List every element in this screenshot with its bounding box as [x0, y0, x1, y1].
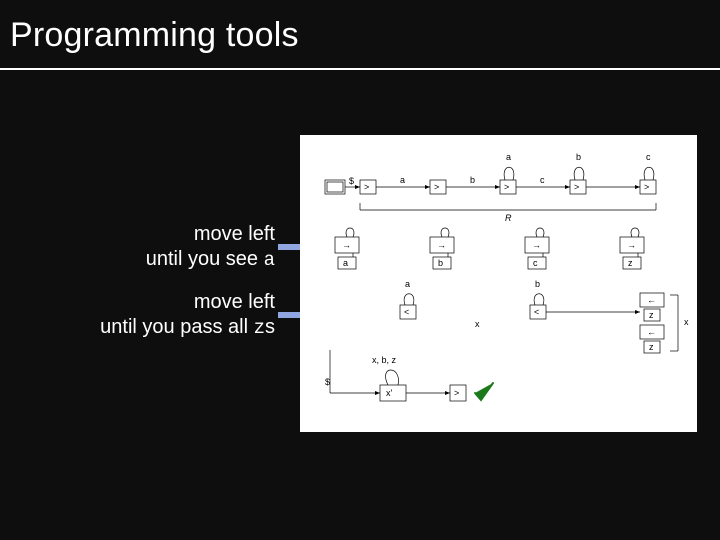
loop-xbz: x, b, z	[372, 355, 397, 365]
row1: > > > > > $ a b c a b c	[325, 152, 656, 223]
lbl-c: c	[540, 175, 545, 185]
loop-a: a	[405, 279, 410, 289]
box-c: c	[533, 258, 538, 268]
loop-b: b	[535, 279, 540, 289]
caption-pass-zs: move left until you pass all zs	[100, 290, 275, 341]
check-icon	[475, 383, 493, 400]
box-xp: x'	[386, 388, 393, 398]
dollar: $	[325, 377, 330, 387]
sym: >	[644, 182, 649, 192]
z2: z	[649, 342, 654, 352]
box-z: z	[628, 258, 633, 268]
box-b: b	[438, 258, 443, 268]
slide-title: Programming tools	[10, 16, 299, 55]
lbl-a: a	[400, 175, 405, 185]
caption-line: until you pass all	[100, 316, 253, 338]
row2: → a → b → c →	[335, 228, 644, 269]
arw-l: ←	[647, 327, 656, 337]
lbl-x: x	[475, 319, 480, 329]
mono-z: z	[254, 317, 265, 339]
sym: >	[454, 388, 459, 398]
z1: z	[649, 310, 654, 320]
sym: <	[404, 307, 409, 317]
arw: →	[437, 240, 446, 250]
sym: >	[504, 182, 509, 192]
slide: Programming tools move left until you se…	[0, 0, 720, 540]
arw: →	[532, 240, 541, 250]
arw-l: ←	[647, 295, 656, 305]
sym: <	[534, 307, 539, 317]
sym: >	[574, 182, 579, 192]
mono-a: a	[264, 249, 275, 271]
loop-a: a	[506, 152, 511, 162]
caption-line: until you see	[146, 248, 264, 270]
diagram-svg: > > > > > $ a b c a b c	[300, 135, 697, 432]
caption-see-a: move left until you see a	[146, 222, 275, 273]
loop-c: c	[646, 152, 651, 162]
caption-line: s	[265, 316, 275, 338]
loop-b: b	[576, 152, 581, 162]
state-diagram: > > > > > $ a b c a b c	[300, 135, 697, 432]
box-a: a	[343, 258, 348, 268]
arw: →	[342, 240, 351, 250]
sym: >	[434, 182, 439, 192]
caption-line: move left	[194, 223, 275, 245]
row4: $ x' x, b, z >	[325, 350, 493, 401]
lbl-b: b	[470, 175, 475, 185]
lbl-x-out: x	[684, 317, 689, 327]
lbl-R: R	[505, 213, 512, 223]
caption-line: move left	[194, 291, 275, 313]
row3: < a < b x ← z ← z x	[400, 279, 689, 353]
sym: >	[364, 182, 369, 192]
title-rule	[0, 68, 720, 70]
arw: →	[627, 240, 636, 250]
dollar: $	[349, 176, 354, 186]
